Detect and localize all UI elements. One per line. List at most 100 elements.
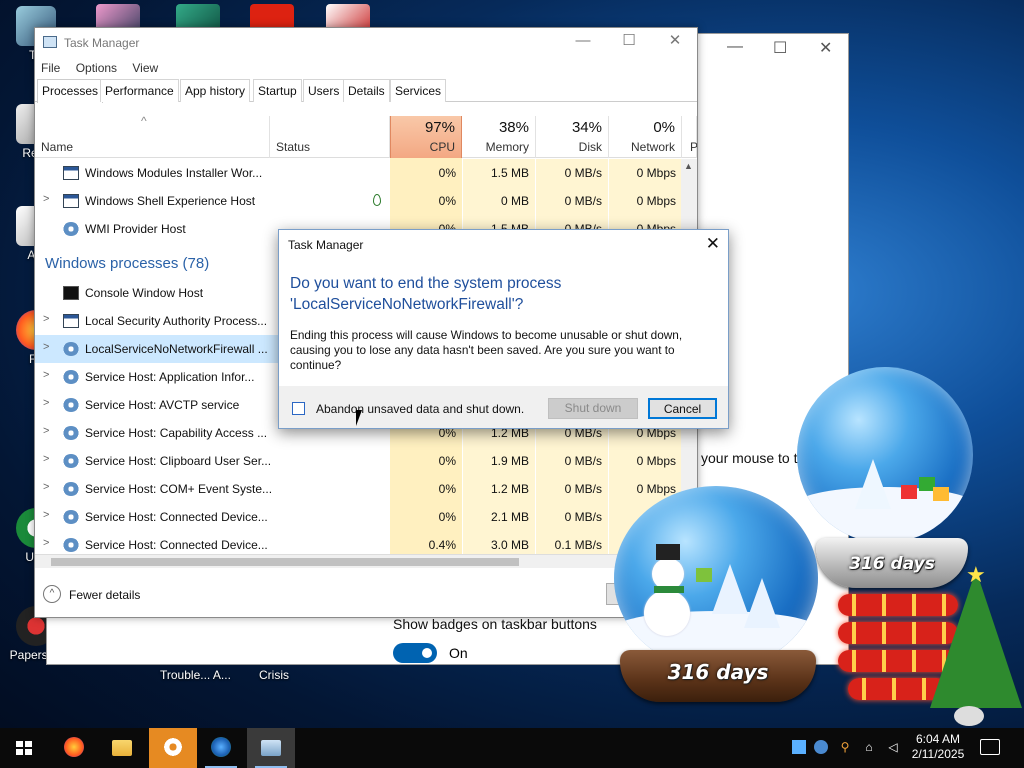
tab-users[interactable]: Users	[303, 79, 345, 102]
abandon-data-checkbox[interactable]	[292, 402, 305, 415]
disk-cell: 0 MB/s	[564, 194, 602, 208]
expand-chevron-icon[interactable]: >	[43, 509, 49, 521]
fewer-details-label: Fewer details	[69, 588, 141, 602]
dialog-body: Ending this process will cause Windows t…	[290, 328, 683, 372]
column-name[interactable]: ^ Name	[35, 114, 270, 158]
maximize-icon[interactable]: ☐	[773, 38, 787, 58]
start-button[interactable]	[0, 728, 48, 768]
task-manager-icon	[43, 36, 57, 48]
toggle-state-label: On	[449, 645, 468, 661]
expand-chevron-icon[interactable]: >	[43, 537, 49, 549]
notifications-icon[interactable]	[980, 739, 1000, 755]
cpu-cell: 0%	[438, 454, 456, 468]
process-name: Service Host: Clipboard User Ser...	[85, 454, 272, 468]
cpu-cell: 0%	[438, 166, 456, 180]
cancel-button[interactable]: Cancel	[648, 398, 717, 419]
tab-services[interactable]: Services	[390, 79, 447, 102]
expand-chevron-icon[interactable]: >	[43, 397, 49, 409]
menu-file[interactable]: File	[41, 58, 66, 75]
tab-startup[interactable]: Startup	[253, 79, 302, 102]
tree-icon	[712, 564, 748, 614]
cpu-total: 97%	[424, 119, 455, 136]
minimize-icon[interactable]: —	[727, 38, 743, 56]
table-row[interactable]: > Windows Shell Experience Host 0% 0 MB …	[35, 187, 683, 215]
close-icon[interactable]: ✕	[819, 38, 832, 58]
process-name: LocalServiceNoNetworkFirewall ...	[85, 342, 268, 356]
gear-icon	[63, 222, 79, 236]
title-bar[interactable]: Task Manager — ☐ ✕	[35, 28, 697, 58]
menu-options[interactable]: Options	[76, 58, 123, 75]
scroll-up-icon[interactable]: ▲	[684, 161, 693, 171]
column-network[interactable]: 0% Network	[609, 116, 682, 158]
cpu-label: CPU	[429, 140, 455, 154]
tab-performance[interactable]: Performance	[100, 79, 179, 102]
desktop-icon-label[interactable]: Trouble... A...	[160, 668, 231, 682]
column-cpu[interactable]: 97% CPU	[390, 116, 462, 158]
taskbar-settings[interactable]	[149, 728, 197, 768]
tab-processes[interactable]: Processes	[37, 79, 104, 103]
column-power[interactable]: P	[682, 116, 697, 158]
process-name: Service Host: Capability Access ...	[85, 426, 268, 440]
taskbar-badges-toggle[interactable]	[393, 643, 437, 663]
table-row[interactable]: > Service Host: Clipboard User Ser... 0%…	[35, 447, 683, 475]
firefox-icon	[64, 737, 84, 757]
menu-view[interactable]: View	[132, 58, 164, 75]
dialog-heading: Do you want to end the system process 'L…	[290, 275, 562, 313]
dialog-close-icon[interactable]: ✕	[706, 234, 720, 254]
table-row[interactable]: Windows Modules Installer Wor... 0% 1.5 …	[35, 159, 683, 187]
gear-icon	[63, 454, 79, 468]
taskbar: ⚲ ⌂ ◁ 6:04 AM 2/11/2025	[0, 728, 1024, 768]
group-header-windows-processes: Windows processes (78)	[45, 255, 210, 272]
process-name: WMI Provider Host	[85, 222, 186, 236]
taskbar-file-explorer[interactable]	[98, 728, 146, 768]
expand-chevron-icon[interactable]: >	[43, 453, 49, 465]
snow-globe-front-glass	[614, 486, 818, 670]
expand-chevron-icon[interactable]: >	[43, 193, 49, 205]
maximize-button[interactable]: ☐	[615, 31, 643, 53]
star-icon: ★	[966, 562, 986, 587]
taskbar-network-app[interactable]	[197, 728, 245, 768]
process-name: Local Security Authority Process...	[85, 314, 268, 328]
taskbar-clock[interactable]: 6:04 AM 2/11/2025	[906, 732, 970, 762]
cpu-cell: 0%	[438, 510, 456, 524]
taskbar-task-manager[interactable]	[247, 728, 295, 768]
task-manager-icon	[261, 740, 281, 756]
expand-chevron-icon[interactable]: >	[43, 481, 49, 493]
table-row[interactable]: > Service Host: Connected Device... 0.4%…	[35, 531, 683, 554]
close-button[interactable]: ✕	[661, 31, 689, 53]
tab-app-history[interactable]: App history	[180, 79, 251, 102]
expand-chevron-icon[interactable]: >	[43, 341, 49, 353]
memory-cell: 1.2 MB	[490, 482, 529, 496]
table-row[interactable]: > Service Host: COM+ Event Syste... 0% 1…	[35, 475, 683, 503]
tab-details[interactable]: Details	[343, 79, 390, 102]
clock-date: 2/11/2025	[911, 747, 965, 761]
process-name: Windows Modules Installer Wor...	[85, 166, 263, 180]
search-icon[interactable]: ⚲	[838, 740, 852, 754]
expand-chevron-icon[interactable]: >	[43, 313, 49, 325]
window-icon	[63, 166, 79, 180]
process-name: Service Host: AVCTP service	[85, 398, 240, 412]
taskbar-firefox[interactable]	[50, 728, 98, 768]
process-name: Service Host: Application Infor...	[85, 370, 255, 384]
desktop-icon-label[interactable]: Crisis	[259, 668, 289, 682]
tray-app-icon[interactable]	[792, 740, 806, 754]
horizontal-scrollbar[interactable]	[35, 554, 697, 568]
expand-chevron-icon[interactable]: >	[43, 425, 49, 437]
column-status[interactable]: Status	[270, 116, 390, 158]
shut-down-button[interactable]: Shut down	[548, 398, 638, 419]
abandon-data-label[interactable]: Abandon unsaved data and shut down.	[316, 402, 524, 416]
gear-icon	[63, 482, 79, 496]
window-title: Task Manager	[64, 36, 140, 50]
day-counter-front: 316 days	[667, 660, 769, 684]
scrollbar-thumb[interactable]	[51, 558, 519, 566]
network-icon[interactable]: ⌂	[862, 740, 876, 754]
snow-globe-back-glass	[797, 367, 973, 543]
column-memory[interactable]: 38% Memory	[463, 116, 536, 158]
expand-chevron-icon[interactable]: >	[43, 369, 49, 381]
window-icon	[63, 314, 79, 328]
volume-muted-icon[interactable]: ◁	[886, 740, 900, 754]
table-row[interactable]: > Service Host: Connected Device... 0% 2…	[35, 503, 683, 531]
column-disk[interactable]: 34% Disk	[536, 116, 609, 158]
minimize-button[interactable]: —	[569, 31, 597, 53]
tray-network-app-icon[interactable]	[814, 740, 828, 754]
